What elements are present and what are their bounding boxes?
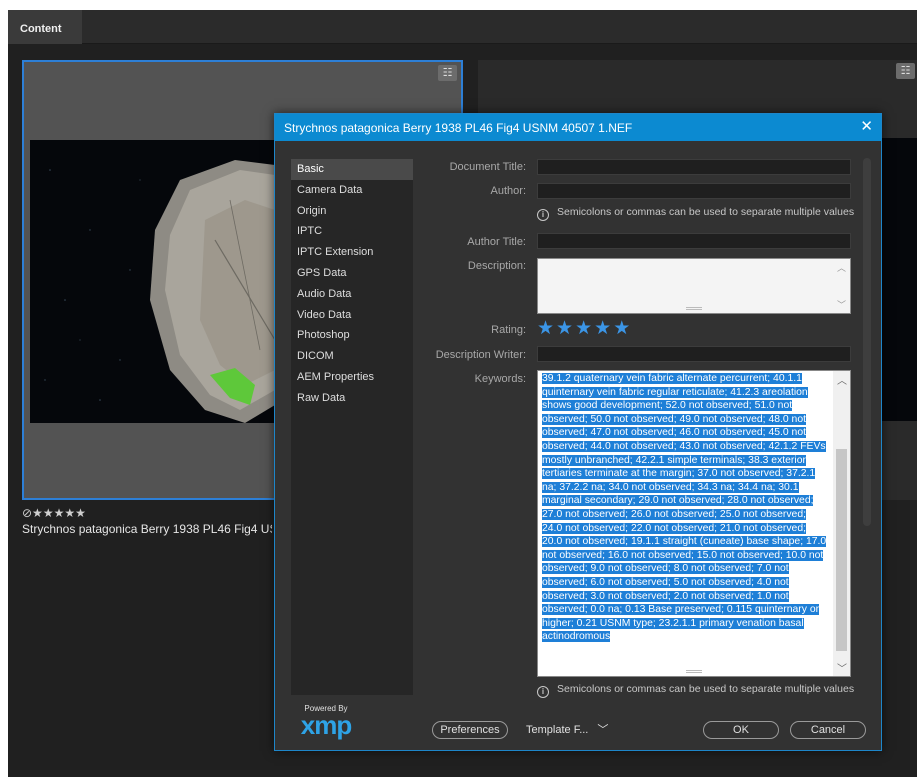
filter-sliders-icon[interactable]: ☷ <box>896 63 915 79</box>
filter-sliders-icon[interactable]: ☷ <box>438 65 457 81</box>
keywords-scrollbar[interactable]: ︿ ﹀ <box>833 371 850 676</box>
dialog-title-bar[interactable]: Strychnos patagonica Berry 1938 PL46 Fig… <box>275 114 881 141</box>
category-list: Basic Camera Data Origin IPTC IPTC Exten… <box>291 159 413 695</box>
scrollbar-thumb[interactable] <box>836 449 847 651</box>
scroll-up-icon[interactable]: ︿ <box>837 261 846 274</box>
close-icon[interactable]: ✕ <box>860 117 873 137</box>
keywords-hint: i Semicolons or commas can be used to sep… <box>537 683 854 698</box>
category-iptc[interactable]: IPTC <box>291 221 413 242</box>
resize-grip-icon[interactable] <box>686 670 702 673</box>
keywords-hint-text: Semicolons or commas can be used to sepa… <box>557 683 855 695</box>
category-aem-properties[interactable]: AEM Properties <box>291 367 413 388</box>
keywords-text[interactable]: 39.1.2 quaternary vein fabric alternate … <box>542 372 828 644</box>
description-writer-label: Description Writer: <box>435 349 526 361</box>
author-hint: i Semicolons or commas can be used to sep… <box>537 206 854 221</box>
category-basic[interactable]: Basic <box>291 159 413 180</box>
star-icon[interactable]: ★ <box>537 318 554 340</box>
resize-grip-icon[interactable] <box>686 307 702 310</box>
category-raw-data[interactable]: Raw Data <box>291 388 413 409</box>
rating-label: Rating: <box>491 324 526 336</box>
category-photoshop[interactable]: Photoshop <box>291 325 413 346</box>
author-hint-text: Semicolons or commas can be used to sepa… <box>557 206 855 218</box>
thumbnail-rating[interactable]: ⊘★★★★★ <box>22 506 86 520</box>
description-label: Description: <box>467 260 526 272</box>
thumbnail-filename[interactable]: Strychnos patagonica Berry 1938 PL46 Fig… <box>22 522 272 536</box>
star-icon[interactable]: ★ <box>556 318 573 340</box>
keywords-label: Keywords: <box>474 373 526 385</box>
dialog-scrollbar[interactable] <box>863 158 871 526</box>
template-folder-dropdown[interactable]: Template F... ﹀ <box>520 721 610 739</box>
xmp-wordmark: xmp <box>300 710 352 740</box>
panel-tab-bar: Content <box>8 10 917 44</box>
document-title-label: Document Title: <box>449 161 526 173</box>
description-writer-input[interactable] <box>537 346 851 362</box>
template-dropdown-label: Template F... <box>526 724 589 736</box>
keywords-textarea[interactable]: 39.1.2 quaternary vein fabric alternate … <box>537 370 851 677</box>
info-icon: i <box>537 209 549 221</box>
star-icon[interactable]: ★ <box>613 318 630 340</box>
info-icon: i <box>537 686 549 698</box>
xmp-logo: Powered By xmp <box>293 704 359 740</box>
author-title-label: Author Title: <box>467 236 526 248</box>
author-title-input[interactable] <box>537 233 851 249</box>
keywords-selected-text[interactable]: 39.1.2 quaternary vein fabric alternate … <box>542 373 827 643</box>
scroll-up-icon[interactable]: ︿ <box>837 372 847 387</box>
document-title-input[interactable] <box>537 159 851 175</box>
preferences-button[interactable]: Preferences <box>432 721 508 739</box>
star-icon[interactable]: ★ <box>594 318 611 340</box>
star-icon[interactable]: ★ <box>575 318 592 340</box>
cancel-button[interactable]: Cancel <box>790 721 866 739</box>
file-info-dialog: Strychnos patagonica Berry 1938 PL46 Fig… <box>274 113 882 751</box>
author-label: Author: <box>490 185 526 197</box>
category-audio-data[interactable]: Audio Data <box>291 284 413 305</box>
ok-button[interactable]: OK <box>703 721 779 739</box>
scroll-down-icon[interactable]: ﹀ <box>837 660 847 675</box>
tab-content[interactable]: Content <box>8 10 82 44</box>
category-iptc-extension[interactable]: IPTC Extension <box>291 242 413 263</box>
category-camera-data[interactable]: Camera Data <box>291 180 413 201</box>
chevron-down-icon: ﹀ <box>597 724 609 736</box>
description-textarea[interactable]: ︿ ﹀ <box>537 258 851 314</box>
category-video-data[interactable]: Video Data <box>291 305 413 326</box>
category-origin[interactable]: Origin <box>291 201 413 222</box>
dialog-title: Strychnos patagonica Berry 1938 PL46 Fig… <box>284 121 633 135</box>
author-input[interactable] <box>537 183 851 199</box>
scroll-down-icon[interactable]: ﹀ <box>837 298 846 311</box>
rating-stars[interactable]: ★ ★ ★ ★ ★ <box>537 318 632 340</box>
category-dicom[interactable]: DICOM <box>291 346 413 367</box>
category-gps-data[interactable]: GPS Data <box>291 263 413 284</box>
